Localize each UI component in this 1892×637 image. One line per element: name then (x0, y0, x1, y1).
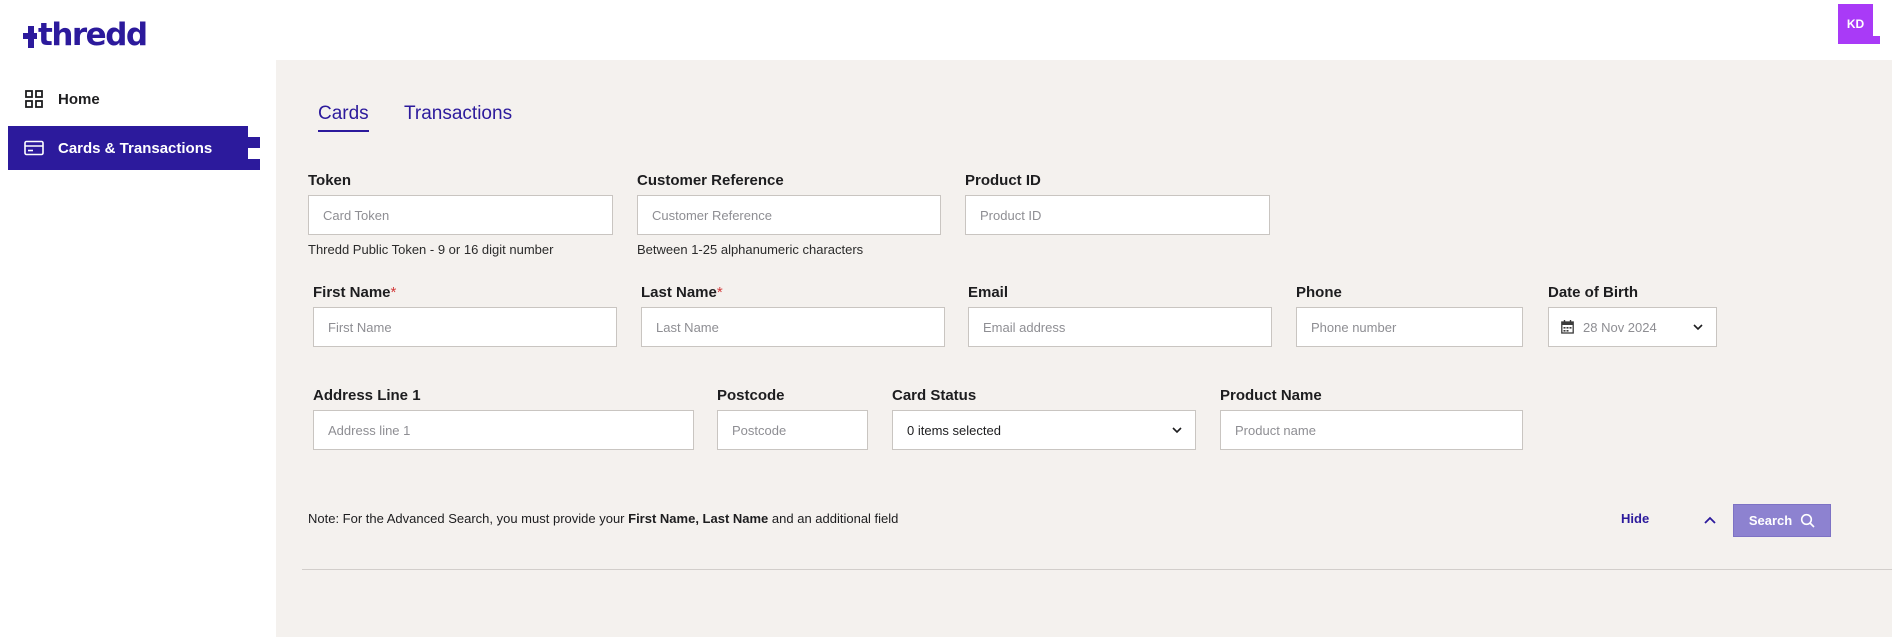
required-mark: * (390, 284, 397, 301)
product-name-input[interactable]: Product name (1220, 410, 1523, 450)
token-label: Token (308, 172, 352, 189)
address-line-1-input[interactable]: Address line 1 (313, 410, 694, 450)
search-button[interactable]: Search (1733, 504, 1831, 537)
card-status-value: 0 items selected (907, 422, 1001, 438)
main-panel (276, 60, 1892, 637)
postcode-input[interactable]: Postcode (717, 410, 868, 450)
required-mark: * (716, 284, 723, 301)
grid-icon (24, 89, 44, 109)
tab-cards[interactable]: Cards (318, 102, 369, 132)
tab-transactions[interactable]: Transactions (404, 102, 512, 126)
nav-decoration (248, 137, 260, 148)
card-status-select[interactable]: 0 items selected (892, 410, 1196, 450)
chevron-up-icon[interactable] (1703, 513, 1717, 525)
token-input[interactable]: Card Token (308, 195, 613, 235)
card-icon (24, 138, 44, 158)
first-name-label: First Name* (313, 284, 397, 301)
chevron-down-icon (1692, 321, 1704, 333)
last-name-label: Last Name* (641, 284, 723, 301)
search-button-label: Search (1748, 513, 1793, 528)
token-hint: Thredd Public Token - 9 or 16 digit numb… (308, 242, 554, 257)
chevron-down-icon (1171, 424, 1183, 436)
customer-reference-hint: Between 1-25 alphanumeric characters (637, 242, 864, 257)
sidebar-item-label: Cards & Transactions (58, 139, 213, 157)
phone-input[interactable]: Phone number (1296, 307, 1523, 347)
card-status-label: Card Status (892, 387, 977, 404)
avatar-notch (1873, 36, 1880, 44)
search-icon (1800, 513, 1815, 528)
postcode-label: Postcode (717, 387, 785, 404)
dob-picker[interactable]: 28 Nov 2024 (1548, 307, 1717, 347)
user-avatar[interactable]: KD (1838, 4, 1873, 44)
avatar-initials: KD (1846, 17, 1865, 31)
email-field[interactable]: Email address (968, 307, 1272, 347)
hide-button[interactable]: Hide (1621, 511, 1649, 526)
sidebar-item-cards-transactions[interactable]: Cards & Transactions (8, 126, 248, 170)
divider (302, 569, 1892, 570)
customer-reference-label: Customer Reference (637, 172, 784, 189)
sidebar-item-label: Home (58, 90, 100, 108)
phone-label: Phone (1296, 284, 1342, 301)
product-id-label: Product ID (965, 172, 1041, 189)
product-id-input[interactable]: Product ID (965, 195, 1270, 235)
last-name-input[interactable]: Last Name (641, 307, 945, 347)
nav-decoration (248, 159, 260, 170)
logo-plus-mark (23, 26, 37, 48)
address-line-1-label: Address Line 1 (313, 387, 421, 404)
thredd-logo[interactable]: thredd (23, 17, 148, 53)
product-name-label: Product Name (1220, 387, 1322, 404)
first-name-input[interactable]: First Name (313, 307, 617, 347)
calendar-icon (1561, 320, 1574, 334)
advanced-search-note: Note: For the Advanced Search, you must … (308, 511, 899, 526)
dob-label: Date of Birth (1548, 284, 1638, 301)
sidebar-item-home[interactable]: Home (8, 77, 248, 121)
dob-value: 28 Nov 2024 (1583, 319, 1657, 335)
logo-text: thredd (38, 17, 148, 53)
customer-reference-input[interactable]: Customer Reference (637, 195, 941, 235)
email-label: Email (968, 284, 1009, 301)
